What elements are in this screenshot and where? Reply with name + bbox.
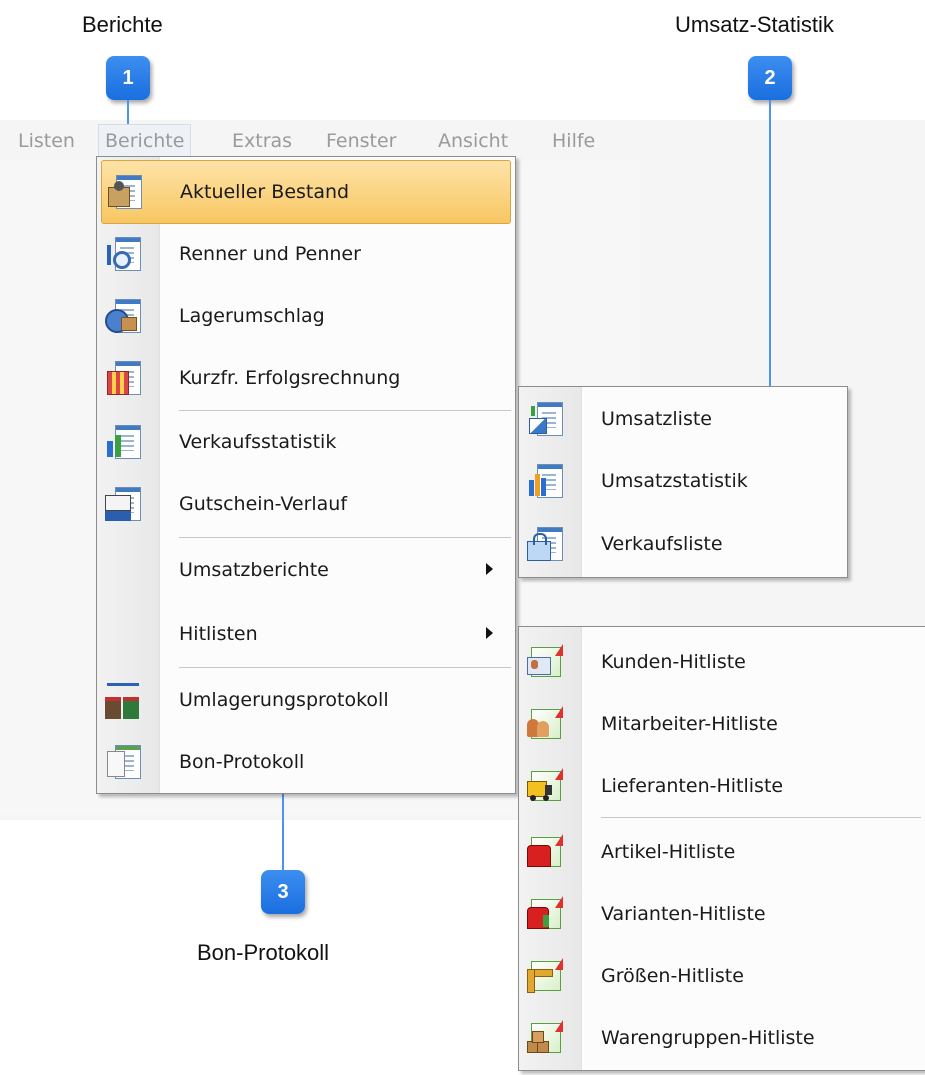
menuitem-kurzfr-erfolgsrechnung[interactable]: Kurzfr. Erfolgsrechnung bbox=[97, 347, 515, 409]
menuitem-gutschein-verlauf[interactable]: Gutschein-Verlauf bbox=[97, 473, 515, 535]
menu-extras[interactable]: Extras bbox=[232, 122, 292, 160]
menu-separator bbox=[179, 667, 511, 668]
menuitem-varianten-hitliste[interactable]: Varianten-Hitliste bbox=[519, 883, 925, 945]
menuitem-umsatzberichte[interactable]: Umsatzberichte bbox=[97, 539, 515, 601]
shirt-variant-icon bbox=[527, 896, 563, 931]
submenu-arrow-icon bbox=[486, 563, 493, 575]
submenu-arrow-icon bbox=[486, 627, 493, 639]
clock-box-icon bbox=[105, 299, 141, 333]
menuitem-hitlisten[interactable]: Hitlisten bbox=[97, 603, 515, 665]
shopping-bag-icon bbox=[527, 527, 563, 561]
menuitem-verkaufsliste[interactable]: Verkaufsliste bbox=[519, 513, 847, 575]
voucher-icon bbox=[105, 487, 141, 521]
callout-label-berichte: Berichte bbox=[82, 12, 163, 37]
hitlisten-submenu: Kunden-Hitliste Mitarbeiter-Hitliste Lie… bbox=[518, 626, 925, 1071]
ruler-icon bbox=[527, 958, 563, 993]
callout-badge-1: 1 bbox=[106, 56, 150, 100]
shirt-icon bbox=[527, 834, 563, 869]
menuitem-umsatzstatistik[interactable]: Umsatzstatistik bbox=[519, 450, 847, 512]
menuitem-mitarbeiter-hitliste[interactable]: Mitarbeiter-Hitliste bbox=[519, 693, 925, 755]
menu-hilfe[interactable]: Hilfe bbox=[552, 122, 595, 160]
menuitem-renner-und-penner[interactable]: Renner und Penner bbox=[97, 223, 515, 285]
callout-label-bon-protokoll: Bon-Protokoll bbox=[197, 940, 330, 965]
menu-separator bbox=[179, 537, 511, 538]
sort-search-icon bbox=[105, 237, 141, 271]
menu-separator bbox=[601, 817, 921, 818]
employees-icon bbox=[527, 706, 563, 741]
menu-berichte[interactable]: Berichte bbox=[98, 124, 192, 158]
menuitem-verkaufsstatistik[interactable]: Verkaufsstatistik bbox=[97, 411, 515, 473]
transfer-stores-icon bbox=[105, 683, 141, 719]
callout-line-1 bbox=[127, 100, 129, 124]
menuitem-groessen-hitliste[interactable]: Größen-Hitliste bbox=[519, 945, 925, 1007]
menuitem-kunden-hitliste[interactable]: Kunden-Hitliste bbox=[519, 631, 925, 693]
sales-chart-icon bbox=[105, 425, 141, 459]
receipt-icon bbox=[105, 745, 141, 779]
revenue-chart-icon bbox=[527, 464, 563, 498]
menuitem-bon-protokoll[interactable]: Bon-Protokoll bbox=[97, 731, 515, 793]
menuitem-aktueller-bestand[interactable]: Aktueller Bestand bbox=[101, 160, 511, 224]
menuitem-warengruppen-hitliste[interactable]: Warengruppen-Hitliste bbox=[519, 1007, 925, 1069]
menuitem-umsatzliste[interactable]: Umsatzliste bbox=[519, 388, 847, 450]
menu-ansicht[interactable]: Ansicht bbox=[438, 122, 508, 160]
menubar: Listen Berichte Extras Fenster Ansicht H… bbox=[0, 122, 925, 160]
callout-badge-2: 2 bbox=[748, 56, 792, 100]
inventory-icon bbox=[106, 175, 142, 209]
menu-listen[interactable]: Listen bbox=[18, 122, 75, 160]
truck-icon bbox=[527, 768, 563, 803]
customer-card-icon bbox=[527, 644, 563, 679]
menuitem-umlagerungsprotokoll[interactable]: Umlagerungsprotokoll bbox=[97, 669, 515, 731]
callout-line-3 bbox=[282, 790, 284, 870]
umsatzberichte-submenu: Umsatzliste Umsatzstatistik Verkaufslist… bbox=[518, 386, 848, 578]
boxes-icon bbox=[527, 1020, 563, 1055]
menu-fenster[interactable]: Fenster bbox=[326, 122, 396, 160]
callout-label-umsatz-statistik: Umsatz-Statistik bbox=[675, 12, 834, 37]
menuitem-artikel-hitliste[interactable]: Artikel-Hitliste bbox=[519, 821, 925, 883]
menuitem-lagerumschlag[interactable]: Lagerumschlag bbox=[97, 285, 515, 347]
revenue-list-icon bbox=[527, 402, 563, 436]
building-report-icon bbox=[105, 361, 141, 395]
callout-badge-3: 3 bbox=[261, 870, 305, 914]
berichte-dropdown: Aktueller Bestand Renner und Penner Lage… bbox=[96, 156, 516, 794]
menuitem-lieferanten-hitliste[interactable]: Lieferanten-Hitliste bbox=[519, 755, 925, 817]
